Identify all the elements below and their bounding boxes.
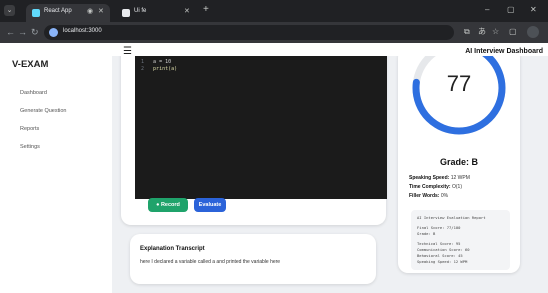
stat-speaking-speed: Speaking Speed: 12 WPM	[409, 175, 470, 181]
url-text: localhost:3000	[63, 28, 102, 34]
report-line: Behavioral Score: 45	[417, 253, 463, 258]
code-card: 1 a = 10 2 print(a) ● Record Evaluate	[121, 56, 387, 225]
tab-close-icon[interactable]: ✕	[98, 7, 104, 15]
sidebar-item-settings[interactable]: Settings	[20, 144, 40, 150]
sidebar-item-dashboard[interactable]: Dashboard	[20, 90, 47, 96]
back-arrow-icon[interactable]: ←	[6, 27, 15, 37]
code-line: 2 print(a)	[141, 66, 178, 72]
score-gauge	[412, 56, 506, 135]
tab-title: React App	[44, 8, 72, 14]
tab-title: Ui fe	[134, 8, 147, 14]
app-root: ☰ AI Interview Dashboard V-EXAM Dashboar…	[0, 43, 548, 293]
stat-time-complexity: Time Complexity: O(1)	[409, 184, 462, 190]
maximize-button[interactable]: ▢	[507, 6, 515, 14]
tab-search-button[interactable]: ⌄	[4, 5, 15, 16]
evaluation-report: AI Interview Evaluation Report Final Sco…	[411, 210, 510, 270]
report-line: Final Score: 77/100	[417, 225, 461, 230]
translate-icon[interactable]: あ	[478, 27, 486, 37]
code-editor[interactable]: 1 a = 10 2 print(a)	[135, 56, 387, 199]
brand-logo-text: V-EXAM	[12, 59, 49, 70]
report-title: AI Interview Evaluation Report	[417, 215, 486, 220]
stat-filler-words: Filler Words: 0%	[409, 193, 449, 199]
report-line: Communication Score: 60	[417, 247, 470, 252]
install-app-icon[interactable]: ⧉	[464, 27, 470, 37]
forward-arrow-icon[interactable]: →	[18, 27, 27, 37]
minimize-button[interactable]: –	[485, 6, 489, 14]
react-favicon-icon	[32, 9, 40, 17]
side-panel-icon[interactable]: ▢	[509, 27, 517, 37]
report-line: Technical Score: 95	[417, 241, 461, 246]
close-window-button[interactable]: ✕	[530, 6, 537, 14]
reload-icon[interactable]: ↻	[31, 27, 39, 37]
page-favicon-icon	[122, 9, 130, 17]
bookmark-star-icon[interactable]: ☆	[492, 27, 499, 37]
browser-tab-active[interactable]: React App ◉ ✕	[26, 4, 110, 22]
profile-avatar[interactable]	[527, 26, 539, 38]
new-tab-button[interactable]: +	[203, 5, 209, 15]
sidebar-item-generate-question[interactable]: Generate Question	[20, 108, 66, 114]
browser-toolbar: ← → ↻ localhost:3000 ⧉ あ ☆ ▢	[0, 22, 548, 43]
grade-label: Grade: B	[439, 157, 478, 167]
transcript-card: Explanation Transcript here I declared a…	[130, 234, 376, 284]
page-title: AI Interview Dashboard	[465, 48, 543, 55]
score-value: 77	[446, 71, 472, 96]
browser-tab-strip: ⌄ React App ◉ ✕ Ui fe ✕ + – ▢ ✕	[0, 0, 548, 22]
report-line: Speaking Speed: 12 WPM	[417, 259, 468, 264]
browser-tab-inactive[interactable]: Ui fe ✕	[116, 4, 198, 22]
sidebar-item-reports[interactable]: Reports	[20, 126, 39, 132]
transcript-text: here I declared a variable called a and …	[140, 259, 281, 265]
main-content: 1 a = 10 2 print(a) ● Record Evaluate Ex…	[112, 56, 548, 293]
address-bar[interactable]: localhost:3000	[44, 25, 454, 40]
record-button[interactable]: ● Record	[148, 198, 188, 212]
report-line: Grade: B	[417, 231, 436, 236]
results-card: 77 Grade: B Speaking Speed: 12 WPM Time …	[398, 56, 520, 273]
site-info-icon[interactable]	[49, 28, 58, 37]
tab-audio-icon[interactable]: ◉	[87, 7, 93, 15]
sidebar: V-EXAM Dashboard Generate Question Repor…	[0, 56, 112, 293]
tab-close-icon[interactable]: ✕	[184, 7, 190, 15]
transcript-title: Explanation Transcript	[140, 246, 205, 252]
code-line: 1 a = 10	[141, 59, 172, 65]
evaluate-button[interactable]: Evaluate	[194, 198, 226, 212]
